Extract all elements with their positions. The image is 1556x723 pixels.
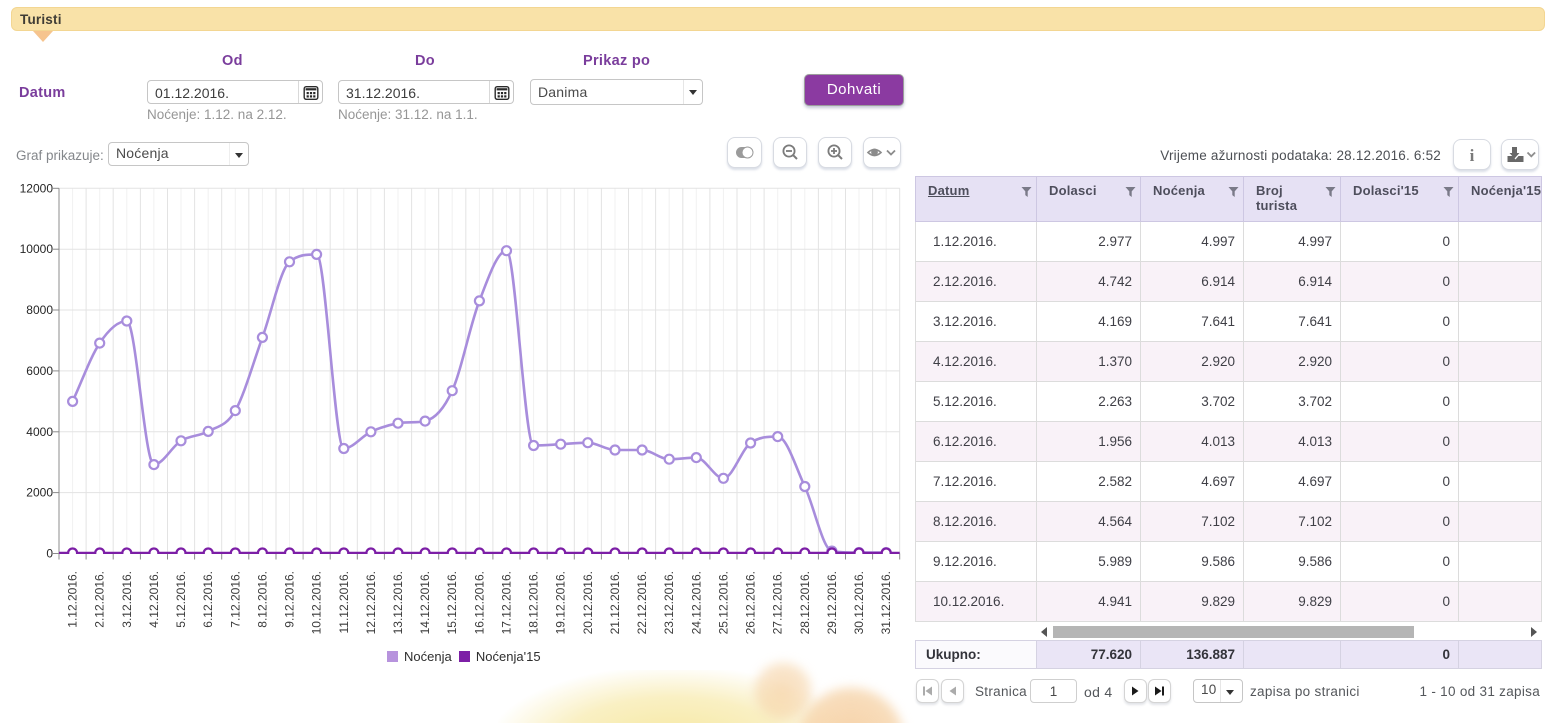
svg-text:11.12.2016.: 11.12.2016.: [337, 571, 351, 634]
svg-text:i: i: [1470, 146, 1475, 165]
svg-text:24.12.2016.: 24.12.2016.: [689, 571, 703, 634]
svg-text:8.12.2016.: 8.12.2016.: [255, 571, 269, 628]
svg-text:31.12.2016.: 31.12.2016.: [879, 571, 893, 634]
svg-text:30.12.2016.: 30.12.2016.: [852, 571, 866, 634]
svg-text:1.12.2016.: 1.12.2016.: [66, 571, 80, 628]
svg-text:9.12.2016.: 9.12.2016.: [283, 571, 297, 628]
svg-text:6000: 6000: [26, 364, 53, 378]
svg-text:2000: 2000: [26, 486, 53, 500]
svg-text:6.12.2016.: 6.12.2016.: [201, 571, 215, 628]
svg-text:17.12.2016.: 17.12.2016.: [500, 571, 514, 634]
svg-text:25.12.2016.: 25.12.2016.: [716, 571, 730, 634]
svg-text:28.12.2016.: 28.12.2016.: [798, 571, 812, 634]
svg-text:10.12.2016.: 10.12.2016.: [310, 571, 324, 634]
svg-text:27.12.2016.: 27.12.2016.: [771, 571, 785, 634]
svg-text:2.12.2016.: 2.12.2016.: [93, 571, 107, 628]
svg-text:7.12.2016.: 7.12.2016.: [228, 571, 242, 628]
svg-text:20.12.2016.: 20.12.2016.: [581, 571, 595, 634]
svg-text:13.12.2016.: 13.12.2016.: [391, 571, 405, 634]
svg-text:26.12.2016.: 26.12.2016.: [744, 571, 758, 634]
svg-text:29.12.2016.: 29.12.2016.: [825, 571, 839, 634]
svg-text:10000: 10000: [20, 242, 54, 256]
svg-text:3.12.2016.: 3.12.2016.: [120, 571, 134, 628]
svg-text:8000: 8000: [26, 303, 53, 317]
svg-text:23.12.2016.: 23.12.2016.: [662, 571, 676, 634]
svg-text:22.12.2016.: 22.12.2016.: [635, 571, 649, 634]
svg-text:4.12.2016.: 4.12.2016.: [147, 571, 161, 628]
svg-text:15.12.2016.: 15.12.2016.: [445, 571, 459, 634]
svg-text:19.12.2016.: 19.12.2016.: [554, 571, 568, 634]
svg-text:12.12.2016.: 12.12.2016.: [364, 571, 378, 634]
svg-text:21.12.2016.: 21.12.2016.: [608, 571, 622, 634]
svg-text:14.12.2016.: 14.12.2016.: [418, 571, 432, 634]
svg-text:5.12.2016.: 5.12.2016.: [174, 571, 188, 628]
svg-text:12000: 12000: [20, 181, 54, 195]
svg-text:0: 0: [46, 547, 53, 561]
svg-text:4000: 4000: [26, 425, 53, 439]
svg-text:18.12.2016.: 18.12.2016.: [527, 571, 541, 634]
svg-text:16.12.2016.: 16.12.2016.: [472, 571, 486, 634]
